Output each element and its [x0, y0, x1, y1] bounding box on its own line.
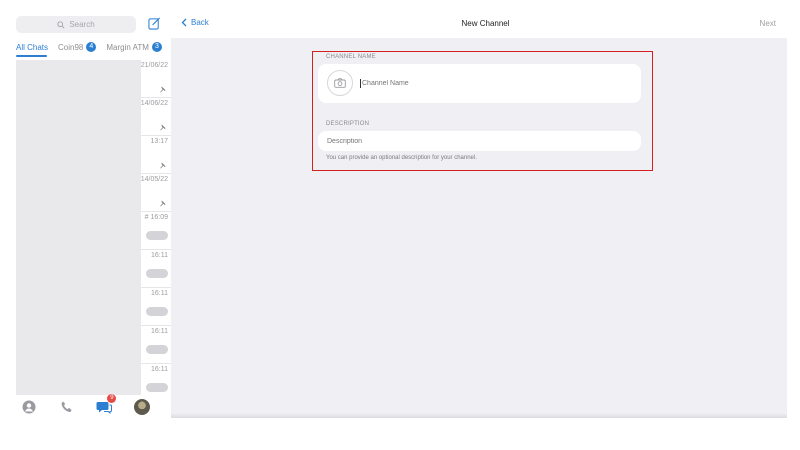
contacts-tab[interactable]: [21, 399, 37, 415]
calls-tab[interactable]: [59, 399, 75, 415]
active-tab-indicator: [16, 55, 47, 57]
next-button[interactable]: Next: [760, 19, 776, 28]
list-item[interactable]: 13:17: [141, 136, 171, 174]
chat-time: 16:11: [151, 328, 168, 335]
pin-icon: [159, 80, 166, 93]
channel-name-card: [318, 64, 641, 103]
avatar: [134, 399, 151, 415]
chats-tab[interactable]: 9: [96, 394, 117, 415]
list-item[interactable]: 14/05/22: [141, 174, 171, 212]
list-item[interactable]: 16:11: [141, 326, 171, 364]
set-photo-button[interactable]: [327, 70, 353, 96]
chat-list-redacted-area: [16, 60, 141, 395]
tab-all-chats-label: All Chats: [16, 42, 49, 52]
chat-time: 16:11: [151, 290, 168, 297]
page-title: New Channel: [461, 19, 510, 28]
unread-badge: 4: [86, 42, 97, 52]
search-placeholder: Search: [69, 20, 95, 29]
chat-time: 16:11: [151, 366, 168, 373]
muted-count-pill: [146, 269, 168, 278]
chat-time: 14/05/22: [140, 176, 168, 183]
search-icon: [57, 20, 65, 29]
chat-time: 16:11: [151, 252, 168, 259]
list-item[interactable]: 16:11: [141, 250, 171, 288]
navigation-bar: Back New Channel Next: [171, 0, 800, 38]
chat-filter-tabs: All Chats Coin98 4 Margin ATM 3: [16, 39, 171, 55]
chat-time: # 16:09: [144, 214, 168, 221]
description-hint: You can provide an optional description …: [326, 155, 477, 161]
channel-name-input[interactable]: [362, 78, 622, 89]
chat-time: 13:17: [150, 138, 168, 145]
telegram-window: Search All Chats Coin98 4 Margin ATM 3 2…: [0, 0, 800, 450]
tab-all-chats[interactable]: All Chats: [16, 39, 48, 55]
channel-name-label: CHANNEL NAME: [326, 54, 376, 60]
pin-icon: [159, 118, 166, 131]
tab-margin-atm-label: Margin ATM: [106, 42, 149, 52]
muted-count-pill: [146, 231, 168, 240]
text-cursor: [360, 79, 361, 88]
chat-list: 21/06/22 14/06/22 13:17 14/05/22 # 16:09 16:1…: [16, 60, 171, 395]
bottom-edge-shadow: [171, 413, 787, 418]
list-item[interactable]: 14/06/22: [141, 98, 171, 136]
compose-icon[interactable]: [148, 17, 161, 30]
muted-count-pill: [146, 383, 168, 392]
tab-coin98-label: Coin98: [58, 42, 84, 52]
chat-time: 14/06/22: [140, 100, 168, 107]
list-item[interactable]: 21/06/22: [141, 60, 171, 98]
list-item[interactable]: 16:11: [141, 364, 171, 395]
muted-count-pill: [146, 307, 168, 316]
pin-icon: [159, 156, 166, 169]
chat-sidebar: Search All Chats Coin98 4 Margin ATM 3 2…: [0, 0, 171, 418]
list-item[interactable]: # 16:09: [141, 212, 171, 250]
search-input[interactable]: Search: [16, 16, 136, 33]
description-card: [318, 131, 641, 151]
pin-icon: [159, 194, 166, 207]
person-icon: [22, 400, 36, 414]
tab-coin98[interactable]: Coin98 4: [58, 39, 97, 55]
description-input[interactable]: [327, 136, 627, 147]
camera-icon: [334, 78, 346, 88]
muted-count-pill: [146, 345, 168, 354]
list-item[interactable]: 16:11: [141, 288, 171, 326]
chat-time: 21/06/22: [140, 62, 168, 69]
tab-margin-atm[interactable]: Margin ATM 3: [106, 39, 162, 55]
notification-badge: 9: [107, 394, 117, 403]
description-label: DESCRIPTION: [326, 121, 370, 127]
phone-icon: [61, 401, 72, 413]
unread-badge: 3: [151, 42, 162, 52]
new-channel-form: CHANNEL NAME DESCRIPTION You can provide…: [171, 38, 787, 418]
bottom-tab-bar: 9: [0, 394, 171, 418]
profile-tab[interactable]: [134, 399, 151, 415]
